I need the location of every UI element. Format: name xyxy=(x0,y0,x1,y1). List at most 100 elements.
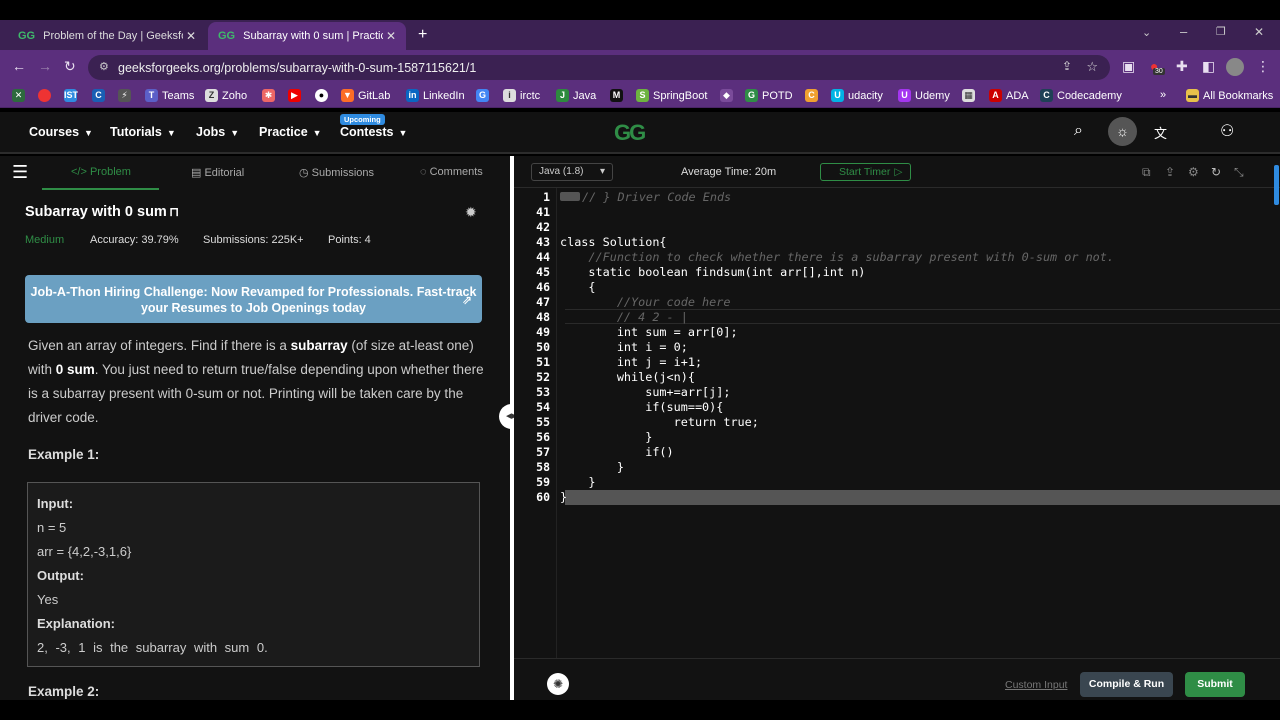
new-tab-button[interactable]: + xyxy=(418,26,427,44)
line-number: 50 xyxy=(536,340,550,354)
reset-icon[interactable]: ↻ xyxy=(1211,165,1221,179)
side-panel-icon[interactable]: ◧ xyxy=(1202,58,1215,75)
all-bookmarks-folder[interactable]: ▬ All Bookmarks xyxy=(1186,89,1273,102)
line-number: 57 xyxy=(536,445,550,459)
bookmark-icon-only[interactable]: ✕ xyxy=(12,89,29,102)
document-icon: ▤ xyxy=(191,167,205,179)
menu-kebab-icon[interactable]: ⋮ xyxy=(1256,58,1270,75)
fullscreen-icon[interactable]: ⤡ xyxy=(1234,165,1244,180)
bookmark-springboot[interactable]: S SpringBoot xyxy=(636,89,707,102)
address-bar[interactable]: ⚙ geeksforgeeks.org/problems/subarray-wi… xyxy=(88,55,1110,80)
scrollbar-thumb[interactable] xyxy=(1274,165,1279,205)
screen-cast-icon[interactable]: ▣ xyxy=(1122,58,1135,75)
gfg-logo[interactable]: GG xyxy=(614,120,646,146)
tab-problem[interactable]: </> Problem xyxy=(71,166,131,178)
line-number: 42 xyxy=(536,220,550,234)
share-icon[interactable]: ⇪ xyxy=(1062,59,1072,73)
reload-icon[interactable]: ↻ xyxy=(64,58,76,75)
bookmark-gitlab[interactable]: ▼ GitLab xyxy=(341,89,390,102)
compile-run-button[interactable]: Compile & Run xyxy=(1080,672,1173,697)
play-icon: ▷ xyxy=(894,166,903,178)
user-profile-icon[interactable]: ⚇ xyxy=(1220,121,1234,141)
browser-tab-active[interactable]: GG Subarray with 0 sum | Practice | G ✕ xyxy=(208,22,406,50)
site-info-icon[interactable]: ⚙ xyxy=(99,60,109,73)
line-number: 49 xyxy=(536,325,550,339)
points-label: Points: 4 xyxy=(328,234,371,246)
line-number: 55 xyxy=(536,415,550,429)
extension-badge: 30 xyxy=(1153,68,1165,75)
bookmark-icon-only[interactable]: ✱ xyxy=(262,89,279,102)
profile-avatar[interactable] xyxy=(1226,58,1244,76)
language-select[interactable]: Java (1.8) ▾ xyxy=(531,163,613,181)
code-line: //Function to check whether there is a s… xyxy=(560,250,1114,264)
tab-search-icon[interactable]: ⌄ xyxy=(1142,26,1151,39)
submit-button[interactable]: Submit xyxy=(1185,672,1245,697)
bookmark-teams[interactable]: T Teams xyxy=(145,89,194,102)
forward-icon[interactable]: → xyxy=(38,58,52,74)
bookmark-icon[interactable]: ⊓ xyxy=(169,204,179,219)
custom-input-link[interactable]: Custom Input xyxy=(1005,679,1067,691)
tab-comments[interactable]: ◌ Comments xyxy=(420,166,483,178)
hint-lightbulb-icon[interactable]: ✺ xyxy=(547,673,569,695)
settings-gear-icon[interactable]: ⚙ xyxy=(1188,165,1199,179)
chevron-down-icon: ▼ xyxy=(312,128,322,138)
tab-submissions[interactable]: ◷ Submissions xyxy=(299,166,374,179)
copy-icon[interactable]: ⧉ xyxy=(1142,165,1151,180)
code-line: // 4 2 - | xyxy=(560,310,688,324)
bookmark-icon-only[interactable]: C xyxy=(805,89,822,102)
bookmark-icon-only[interactable]: ● xyxy=(315,89,332,102)
back-icon[interactable]: ← xyxy=(12,58,26,74)
upload-icon[interactable]: ⇪ xyxy=(1165,165,1175,179)
browser-tab[interactable]: GG Problem of the Day | GeeksforGe ✕ xyxy=(8,22,206,50)
close-tab-icon[interactable]: ✕ xyxy=(186,29,196,43)
bookmark-linkedin[interactable]: in LinkedIn xyxy=(406,89,465,102)
bookmark-icon-only[interactable] xyxy=(38,89,55,102)
bookmark-potd[interactable]: G POTD xyxy=(745,89,793,102)
bookmark-icon-only[interactable]: G xyxy=(476,89,493,102)
bookmark-star-icon[interactable]: ☆ xyxy=(1086,59,1098,75)
more-bookmarks-icon[interactable]: » xyxy=(1160,89,1166,101)
bookmark-icon-only[interactable]: ▦ xyxy=(962,89,979,102)
close-tab-icon[interactable]: ✕ xyxy=(386,29,396,43)
bookmark-icon-only[interactable]: M xyxy=(610,89,627,102)
code-line: // } Driver Code Ends xyxy=(582,190,732,204)
bookmark-zoho[interactable]: Z Zoho xyxy=(205,89,247,102)
bookmark-ada[interactable]: A ADA xyxy=(989,89,1029,102)
code-editor[interactable]: // } Driver Code Ends class Solution{ //… xyxy=(556,188,1280,658)
bookmark-udacity[interactable]: Uudacity xyxy=(831,89,883,102)
bookmark-java[interactable]: J Java xyxy=(556,89,596,102)
screen: GG Problem of the Day | GeeksforGe ✕ GG … xyxy=(0,0,1280,720)
maximize-icon[interactable]: ❐ xyxy=(1216,25,1226,38)
tab-title: Problem of the Day | GeeksforGe xyxy=(43,30,183,42)
job-a-thon-banner[interactable]: Job-A-Thon Hiring Challenge: Now Revampe… xyxy=(25,275,482,323)
problem-tabs: ☰ </> Problem ▤ Editorial ◷ Submissions … xyxy=(0,156,510,190)
code-line: return true; xyxy=(560,415,759,429)
close-window-icon[interactable]: ✕ xyxy=(1254,25,1264,39)
translate-icon[interactable]: 文 xyxy=(1154,123,1167,142)
bookmark-udemy[interactable]: U Udemy xyxy=(898,89,950,102)
bookmark-icon-only[interactable]: C xyxy=(92,89,109,102)
nav-tutorials[interactable]: Tutorials ▼ xyxy=(110,125,176,139)
nav-courses[interactable]: Courses ▼ xyxy=(29,125,93,139)
start-timer-button[interactable]: Start Timer ▷ xyxy=(820,163,911,181)
theme-toggle-icon[interactable]: ☼ xyxy=(1108,117,1137,146)
tab-editorial[interactable]: ▤ Editorial xyxy=(191,166,244,179)
extensions-puzzle-icon[interactable]: ✚ xyxy=(1176,58,1188,75)
bookmark-icon-only[interactable]: ⚡ xyxy=(118,89,135,102)
code-icon: </> xyxy=(71,166,90,178)
submissions-label: Submissions: 225K+ xyxy=(203,234,304,246)
bookmark-icon-only[interactable]: IST xyxy=(64,89,81,102)
nav-contests[interactable]: Contests ▼ xyxy=(340,125,407,139)
search-icon[interactable]: ⌕ xyxy=(1074,122,1083,140)
bookmark-icon-only[interactable]: ▶ xyxy=(288,89,305,102)
fold-marker[interactable] xyxy=(560,192,580,201)
bookmark-irctc[interactable]: i irctc xyxy=(503,89,540,102)
nav-jobs[interactable]: Jobs ▼ xyxy=(196,125,239,139)
minimize-icon[interactable]: – xyxy=(1180,24,1187,39)
code-line: while(j<n){ xyxy=(560,370,695,384)
bookmark-icon-only[interactable]: ◆ xyxy=(720,89,737,102)
nav-practice[interactable]: Practice ▼ xyxy=(259,125,322,139)
report-bug-icon[interactable]: ✹ xyxy=(465,204,477,221)
hamburger-menu-icon[interactable]: ☰ xyxy=(12,162,28,183)
bookmark-codecademy[interactable]: C Codecademy xyxy=(1040,89,1122,102)
